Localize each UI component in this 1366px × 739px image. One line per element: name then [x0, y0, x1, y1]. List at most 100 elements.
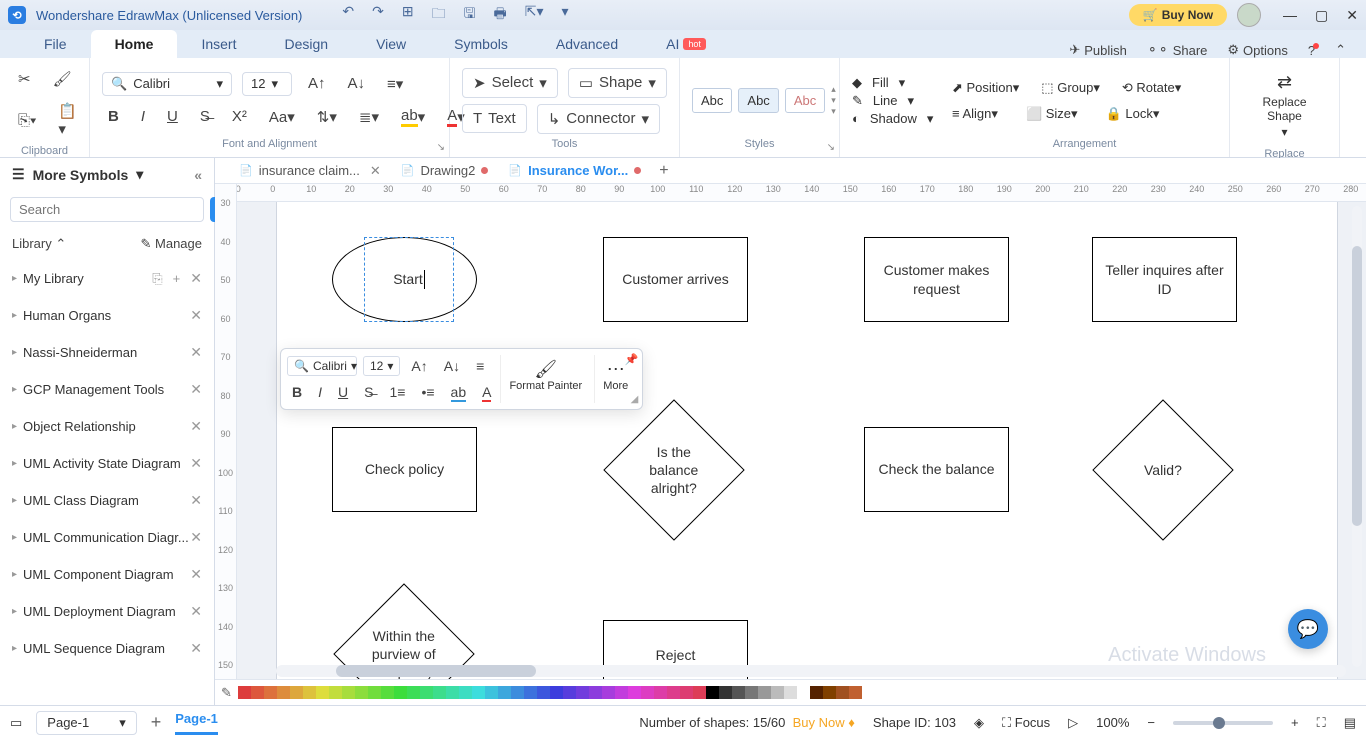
pin-icon[interactable]: 📌 [625, 353, 639, 366]
line-spacing-icon[interactable]: ⇅▾ [311, 104, 343, 130]
sidebar-item-gcp[interactable]: ▸GCP Management Tools✕ [0, 371, 214, 408]
color-swatch[interactable] [797, 686, 810, 699]
hamburger-icon[interactable]: ☰ [12, 166, 25, 183]
menu-ai[interactable]: AIhot [642, 30, 730, 58]
color-swatch[interactable] [277, 686, 290, 699]
more-symbols-label[interactable]: More Symbols [33, 167, 129, 183]
mini-numbering-icon[interactable]: 1≡ [384, 381, 410, 403]
font-dialog-launcher-icon[interactable]: ↘ [437, 142, 445, 153]
publish-button[interactable]: ✈ Publish [1069, 42, 1127, 58]
minimize-icon[interactable]: — [1283, 7, 1297, 24]
canvas-area[interactable]: Start Customer arrives Customer makes re… [237, 202, 1366, 679]
more-qat-icon[interactable]: ▾ [562, 3, 569, 27]
shadow-button[interactable]: ◐ Shadow ▾ [852, 111, 928, 127]
color-swatch[interactable] [654, 686, 667, 699]
v-scroll-thumb[interactable] [1352, 246, 1362, 526]
manage-library-button[interactable]: ✎ Manage [141, 236, 203, 252]
zoom-slider[interactable] [1173, 721, 1273, 725]
menu-view[interactable]: View [352, 30, 430, 58]
color-swatch[interactable] [784, 686, 797, 699]
page-selector-combo[interactable]: Page-1▾ [36, 711, 136, 735]
pages-panel-icon[interactable]: ▭ [10, 715, 22, 731]
mini-increase-font-icon[interactable]: A↑ [406, 355, 432, 377]
color-swatch[interactable] [381, 686, 394, 699]
drawing-page[interactable]: Start Customer arrives Customer makes re… [277, 202, 1337, 679]
decrease-font-icon[interactable]: A↓ [342, 71, 372, 96]
share-button[interactable]: ⚬⚬ Share [1147, 42, 1208, 58]
play-icon[interactable]: ▷ [1068, 715, 1078, 731]
eyedropper-icon[interactable]: ✎ [221, 685, 232, 701]
color-swatch[interactable] [537, 686, 550, 699]
color-swatch[interactable] [524, 686, 537, 699]
color-swatch[interactable] [693, 686, 706, 699]
layers-icon[interactable]: ◈ [974, 715, 984, 731]
color-swatch[interactable] [433, 686, 446, 699]
save-icon[interactable]: 🖫 [464, 3, 476, 27]
maximize-icon[interactable]: ▢ [1315, 7, 1328, 24]
font-size-combo[interactable]: 12 ▾ [242, 72, 292, 96]
sidebar-item-uml-comm[interactable]: ▸UML Communication Diagr...✕ [0, 519, 214, 556]
shape-valid[interactable]: Valid? [1092, 399, 1233, 540]
case-icon[interactable]: Aa▾ [263, 104, 301, 130]
fit-page-icon[interactable]: ⛶ [1317, 715, 1326, 731]
italic-icon[interactable]: I [135, 104, 151, 129]
color-swatch[interactable] [472, 686, 485, 699]
paste-icon[interactable]: 📋▾ [52, 98, 83, 142]
add-tab-button[interactable]: + [659, 162, 668, 180]
color-swatch[interactable] [485, 686, 498, 699]
styles-dialog-launcher-icon[interactable]: ↘ [827, 142, 835, 153]
color-swatch[interactable] [836, 686, 849, 699]
color-swatch[interactable] [238, 686, 251, 699]
sidebar-item-uml-component[interactable]: ▸UML Component Diagram✕ [0, 556, 214, 593]
fill-button[interactable]: ◆ Fill ▾ [852, 75, 928, 91]
color-swatch[interactable] [628, 686, 641, 699]
mini-strike-icon[interactable]: S̶ [359, 381, 378, 403]
superscript-icon[interactable]: X² [226, 104, 253, 129]
buy-now-button[interactable]: 🛒 Buy Now [1129, 4, 1227, 26]
color-swatch[interactable] [589, 686, 602, 699]
collapse-sidebar-icon[interactable]: « [194, 167, 202, 183]
color-swatch[interactable] [615, 686, 628, 699]
sidebar-item-human-organs[interactable]: ▸Human Organs✕ [0, 297, 214, 334]
mini-format-painter-button[interactable]: 🖌 Format Painter [500, 355, 590, 403]
vertical-scrollbar[interactable] [1352, 206, 1362, 667]
color-swatch[interactable] [316, 686, 329, 699]
sidebar-item-uml-activity[interactable]: ▸UML Activity State Diagram✕ [0, 445, 214, 482]
color-swatch[interactable] [745, 686, 758, 699]
color-swatch[interactable] [342, 686, 355, 699]
style-preset-3[interactable]: Abc [785, 88, 825, 113]
sidebar-item-nassi[interactable]: ▸Nassi-Shneiderman✕ [0, 334, 214, 371]
shape-teller-inquires[interactable]: Teller inquires after ID [1092, 237, 1237, 322]
export-icon[interactable]: ⇱▾ [525, 3, 544, 27]
menu-symbols[interactable]: Symbols [430, 30, 532, 58]
resize-grip-icon[interactable]: ◢ [631, 394, 639, 405]
color-swatch[interactable] [563, 686, 576, 699]
underline-icon[interactable]: U [161, 104, 184, 129]
color-swatch[interactable] [719, 686, 732, 699]
menu-advanced[interactable]: Advanced [532, 30, 642, 58]
horizontal-scrollbar[interactable] [276, 665, 1346, 677]
line-button[interactable]: ✎ Line ▾ [852, 93, 928, 109]
color-swatch[interactable] [498, 686, 511, 699]
mini-underline-icon[interactable]: U [333, 381, 353, 403]
shape-check-policy[interactable]: Check policy [332, 427, 477, 512]
doc-tab-insurance-work[interactable]: 📄Insurance Wor... [498, 159, 651, 182]
mini-bullets-icon[interactable]: •≡ [416, 381, 439, 403]
group-button[interactable]: ⬚ Group▾ [1041, 80, 1100, 96]
doc-tab-drawing2[interactable]: 📄Drawing2 [391, 159, 499, 182]
chat-help-bubble[interactable]: 💬 [1288, 609, 1328, 649]
redo-icon[interactable]: ↷ [372, 3, 384, 27]
color-swatch[interactable] [810, 686, 823, 699]
increase-font-icon[interactable]: A↑ [302, 71, 332, 96]
open-icon[interactable]: 🗀 [432, 3, 446, 27]
sidebar-item-my-library[interactable]: ▸My Library⎘+✕ [0, 260, 214, 297]
menu-design[interactable]: Design [260, 30, 352, 58]
style-expand-icon[interactable]: ▾ [831, 106, 836, 117]
style-preset-2[interactable]: Abc [738, 88, 778, 113]
size-button[interactable]: ⬜ Size▾ [1026, 106, 1078, 122]
color-swatch[interactable] [407, 686, 420, 699]
menu-file[interactable]: File [20, 30, 91, 58]
color-swatch[interactable] [771, 686, 784, 699]
close-icon[interactable]: ✕ [1346, 7, 1358, 24]
shape-customer-request[interactable]: Customer makes request [864, 237, 1009, 322]
